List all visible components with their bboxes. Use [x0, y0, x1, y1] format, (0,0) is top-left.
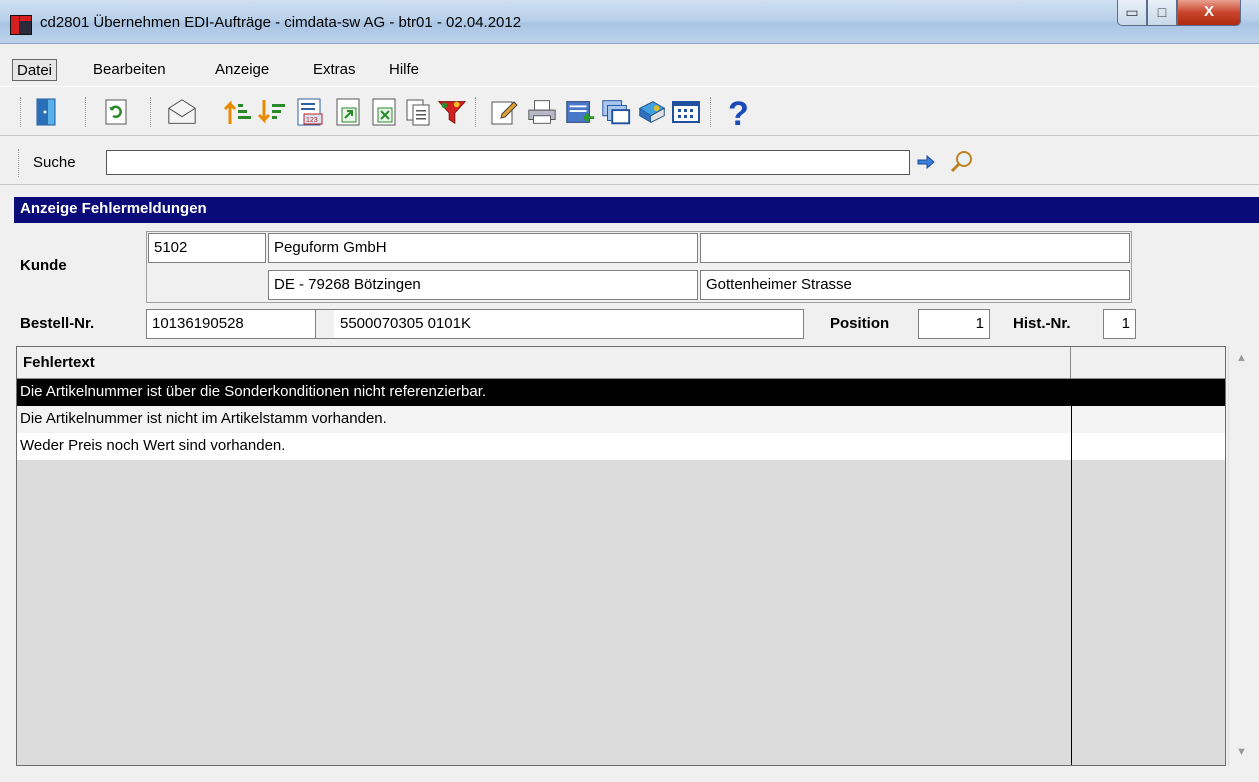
close-button[interactable]: X [1177, 0, 1241, 26]
copy-icon[interactable] [402, 96, 434, 128]
section-title: Anzeige Fehlermeldungen [14, 197, 1259, 223]
table-row[interactable]: Die Artikelnummer ist über die Sonderkon… [17, 379, 1225, 406]
scroll-up-icon[interactable]: ▲ [1236, 352, 1247, 364]
toolbar-separator [150, 97, 153, 127]
windows-icon[interactable] [600, 96, 632, 128]
table-row[interactable]: Weder Preis noch Wert sind vorhanden. [17, 433, 1225, 460]
maximize-button[interactable]: □ [1147, 0, 1177, 26]
book-icon[interactable] [636, 96, 668, 128]
table-cell: Die Artikelnummer ist nicht im Artikelst… [20, 410, 387, 427]
position-field[interactable]: 1 [918, 309, 990, 339]
order-reference-field[interactable]: 5500070305 0101K [334, 309, 804, 339]
vertical-scrollbar[interactable]: ▲ ▼ [1228, 346, 1254, 766]
customer-label: Kunde [20, 257, 67, 274]
menu-bar: Datei Bearbeiten Anzeige Extras Hilfe [0, 56, 1259, 84]
table-cell-empty [1071, 379, 1225, 406]
export-icon[interactable] [332, 96, 364, 128]
order-number-field[interactable]: 10136190528 [146, 309, 316, 339]
menu-extras[interactable]: Extras [309, 59, 360, 81]
error-table: Fehlertext Die Artikelnummer ist über di… [16, 346, 1226, 766]
menu-hilfe[interactable]: Hilfe [385, 59, 423, 81]
scroll-down-icon[interactable]: ▼ [1236, 746, 1247, 758]
sort-ascending-icon[interactable] [222, 96, 254, 128]
title-bar: cd2801 Übernehmen EDI-Aufträge - cimdata… [0, 0, 1259, 44]
menu-datei[interactable]: Datei [12, 59, 58, 81]
help-icon[interactable]: ? [722, 95, 754, 129]
status-bar [0, 770, 1259, 782]
window-title: cd2801 Übernehmen EDI-Aufträge - cimdata… [40, 14, 522, 31]
mail-icon[interactable] [166, 96, 198, 128]
menu-bearbeiten[interactable]: Bearbeiten [89, 59, 170, 81]
customer-street-field[interactable]: Gottenheimer Strasse [700, 270, 1130, 300]
customer-city-field[interactable]: DE - 79268 Bötzingen [268, 270, 698, 300]
print-icon[interactable] [526, 96, 558, 128]
edit-icon[interactable] [488, 96, 520, 128]
toolbar-separator [475, 97, 478, 127]
minimize-button[interactable]: ▭ [1117, 0, 1147, 26]
columns-icon[interactable] [670, 96, 702, 128]
filter-icon[interactable] [436, 96, 468, 128]
excel-icon[interactable] [368, 96, 400, 128]
toolbar-separator [710, 97, 713, 127]
number-list-icon[interactable]: 123 [294, 96, 326, 128]
toolbar-separator [85, 97, 88, 127]
table-header: Fehlertext [17, 347, 1225, 379]
refresh-icon[interactable] [100, 96, 132, 128]
toolbar-grip [20, 97, 23, 127]
app-icon [10, 15, 32, 35]
hist-number-field[interactable]: 1 [1103, 309, 1136, 339]
customer-extra-field[interactable] [700, 233, 1130, 263]
menu-anzeige[interactable]: Anzeige [211, 59, 273, 81]
exit-icon[interactable] [30, 96, 62, 128]
hist-number-label: Hist.-Nr. [1013, 315, 1071, 332]
sort-descending-icon[interactable] [256, 96, 288, 128]
magnifier-icon[interactable] [948, 149, 974, 178]
table-cell-empty [1071, 433, 1225, 460]
order-number-label: Bestell-Nr. [20, 315, 95, 332]
search-bar: Suche [0, 141, 1259, 185]
toolbar: 123 ? [0, 86, 1259, 136]
position-label: Position [830, 315, 890, 332]
arrow-right-icon[interactable] [916, 152, 936, 175]
customer-number-field[interactable]: 5102 [148, 233, 266, 263]
search-bar-grip [18, 149, 21, 177]
table-cell: Die Artikelnummer ist über die Sonderkon… [20, 383, 487, 400]
column-divider [1071, 379, 1072, 765]
svg-text:?: ? [728, 95, 749, 129]
table-row[interactable]: Die Artikelnummer ist nicht im Artikelst… [17, 406, 1225, 433]
import-icon[interactable] [564, 96, 596, 128]
search-input[interactable] [106, 150, 910, 175]
search-label: Suche [33, 154, 76, 171]
svg-text:123: 123 [306, 117, 318, 124]
table-cell: Weder Preis noch Wert sind vorhanden. [20, 437, 286, 454]
customer-name-field[interactable]: Peguform GmbH [268, 233, 698, 263]
table-cell-empty [1071, 406, 1225, 433]
column-header-fehlertext[interactable]: Fehlertext [17, 347, 1071, 378]
